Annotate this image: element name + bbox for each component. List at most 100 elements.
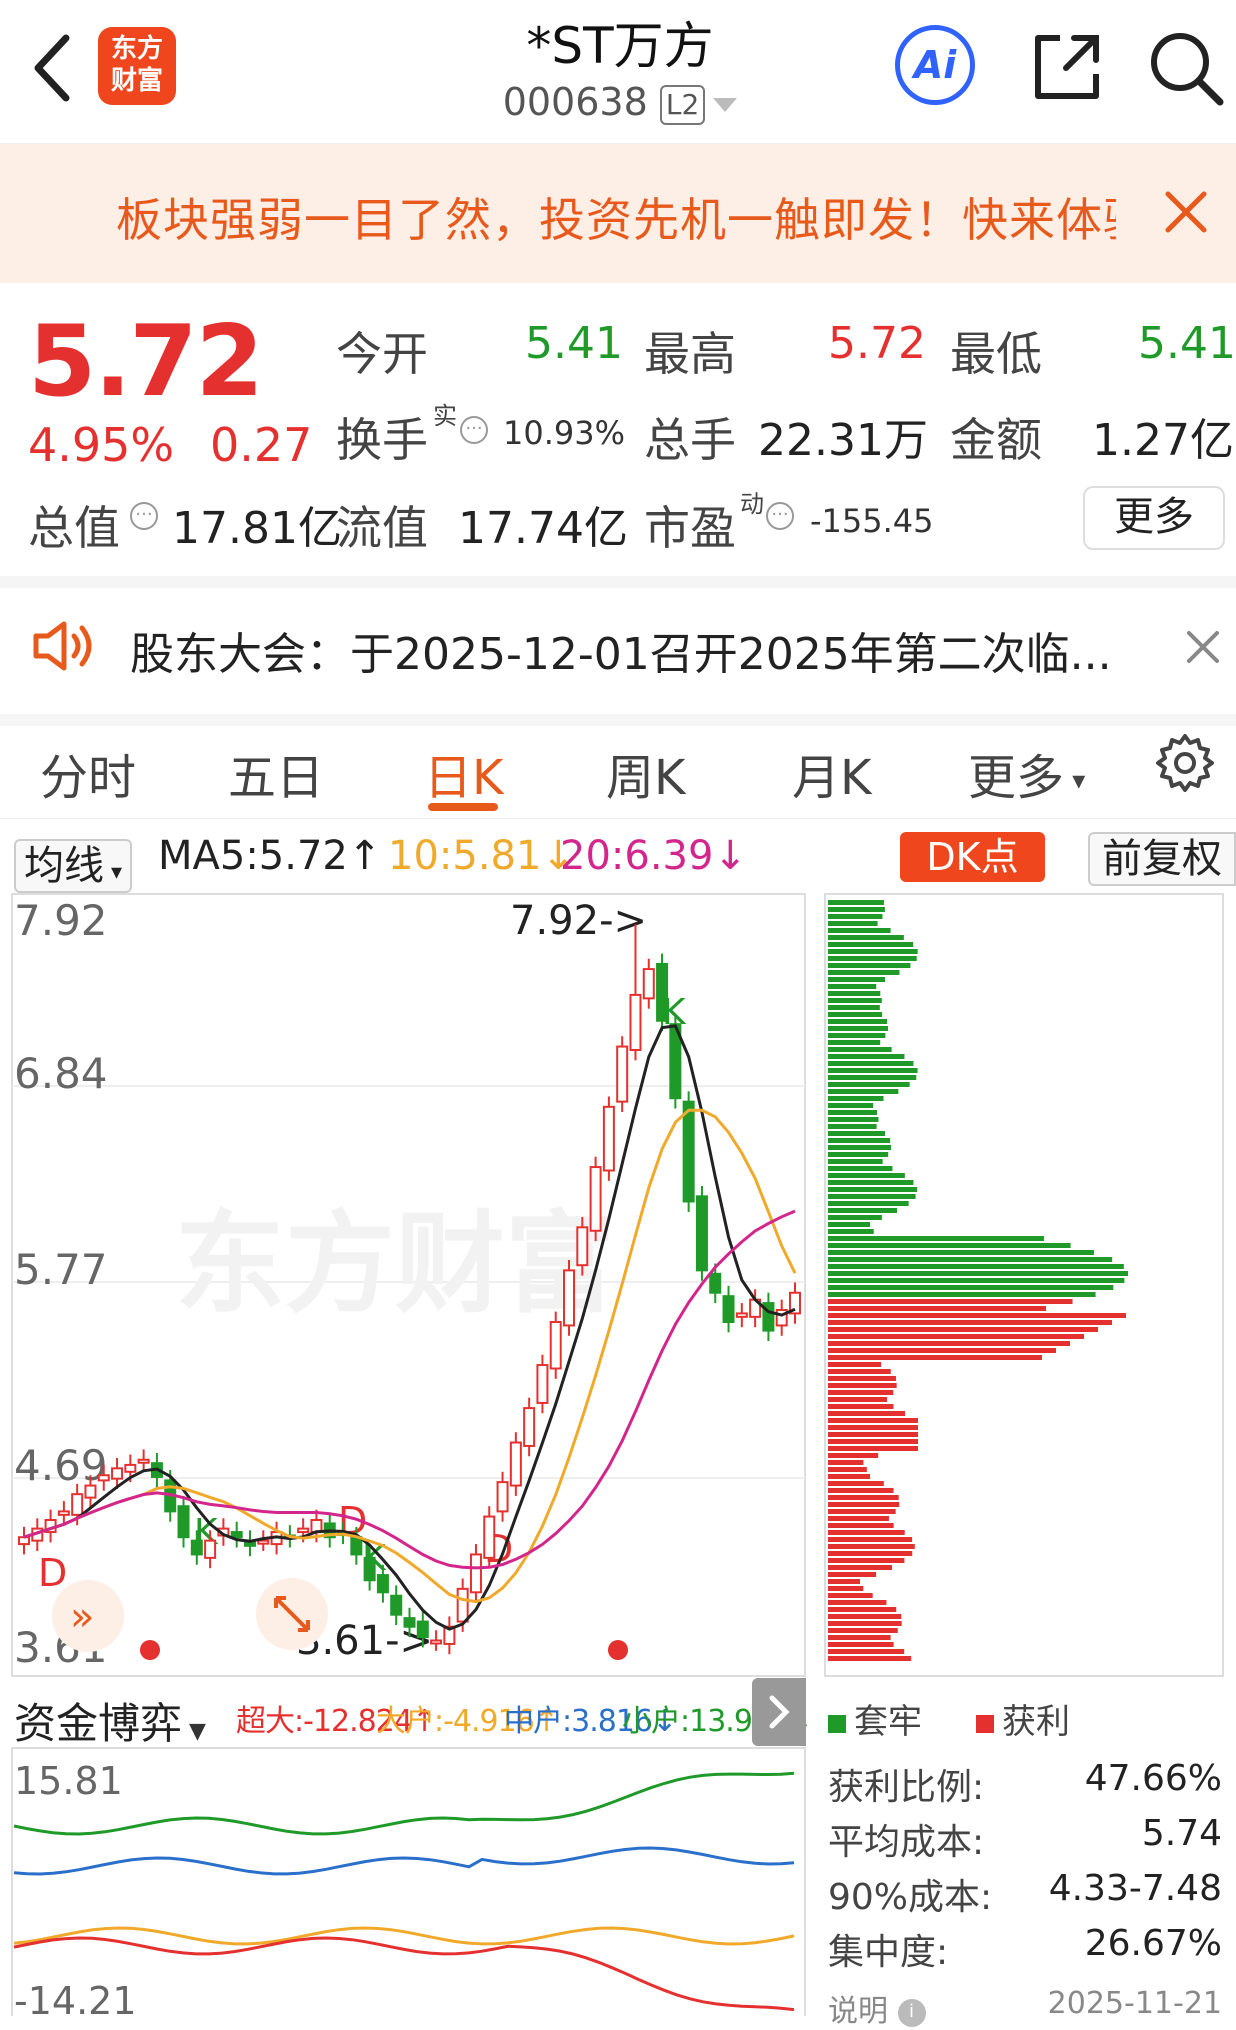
pe-info-icon[interactable]: ···	[766, 502, 794, 530]
chip-bar	[828, 1593, 873, 1598]
candle-body	[456, 1587, 469, 1623]
chip-bar	[828, 1040, 881, 1045]
chip-bar	[828, 935, 904, 940]
fund-selector[interactable]: 资金博弈 ▼	[14, 1690, 206, 1751]
volume-label: 总手	[644, 413, 736, 467]
chip-bar	[828, 1502, 900, 1507]
candle-body	[709, 1272, 722, 1294]
y-label-3: 5.77	[14, 1245, 108, 1294]
ma-selector[interactable]: 均线 ▾	[14, 833, 133, 893]
chip-bar	[828, 1551, 913, 1556]
candle-body	[390, 1594, 403, 1616]
chip-bar	[828, 1313, 1126, 1318]
low-label: 最低	[950, 327, 1042, 381]
chip-bar	[828, 1138, 891, 1143]
high-value: 5.72	[828, 318, 926, 369]
volume-value: 22.31万	[758, 415, 928, 466]
chip-bar	[828, 1600, 887, 1605]
chip-distribution	[828, 900, 1128, 1661]
tab-intraday[interactable]: 分时	[40, 738, 136, 808]
chip-bar	[828, 1173, 905, 1178]
chip-bar	[828, 949, 918, 954]
chip-bar	[828, 1348, 1056, 1353]
search-icon[interactable]	[1146, 28, 1226, 108]
candle-body	[469, 1553, 482, 1594]
chip-bar	[828, 1236, 1044, 1241]
tab-daily-k[interactable]: 日K	[424, 738, 503, 808]
stock-code[interactable]: 000638 L2	[440, 80, 800, 125]
chip-bar	[828, 907, 885, 912]
chip-bar	[828, 1145, 892, 1150]
candle-body	[416, 1620, 429, 1639]
concentration-value: 26.67%	[1084, 1923, 1222, 1964]
chip-bar	[828, 991, 881, 996]
close-icon[interactable]	[1162, 188, 1210, 236]
turnover-info-icon[interactable]: ···	[460, 416, 488, 444]
chip-bar	[828, 1404, 894, 1409]
chip-bar	[828, 1054, 905, 1059]
candle-body	[536, 1364, 549, 1404]
max-price-note: 7.92->	[510, 898, 647, 944]
chip-bar	[828, 1075, 917, 1080]
tab-more[interactable]: 更多 ▾	[968, 738, 1085, 808]
chip-bar	[828, 1642, 894, 1647]
chip-bar	[828, 1453, 879, 1458]
candle-body	[84, 1484, 97, 1499]
chip-bar	[828, 1061, 914, 1066]
tab-weekly-k[interactable]: 周K	[606, 738, 685, 808]
chip-bar	[828, 900, 884, 905]
fund-y-bottom: -14.21	[14, 1979, 137, 2016]
candle-body	[549, 1321, 562, 1370]
notice-close-icon[interactable]	[1186, 630, 1220, 664]
ai-assistant-button[interactable]: Ai	[895, 25, 975, 105]
chip-bar	[828, 1194, 916, 1199]
chip-note[interactable]: 说明 i	[828, 1986, 926, 2030]
chip-bar	[828, 1306, 1047, 1311]
back-icon[interactable]	[24, 28, 84, 108]
event-dot	[608, 1640, 628, 1660]
chip-bar	[828, 1033, 886, 1038]
kline-chart[interactable]: 东方财富 7.92 6.84 5.77 4.69 3.61 7.92-> 3.6…	[0, 892, 1236, 1682]
chip-bar	[828, 1019, 888, 1024]
avg-cost-value: 5.74	[1141, 1813, 1222, 1854]
notice-bar[interactable]: 股东大会：于2025-12-01召开2025年第二次临...	[0, 576, 1236, 726]
candle-body	[124, 1463, 137, 1473]
fund-line	[13, 1926, 795, 1946]
fund-expand-button[interactable]	[752, 1678, 806, 1746]
chip-bar	[828, 1530, 905, 1535]
chip-bar	[828, 1264, 1124, 1269]
promo-banner[interactable]: 板块强弱一目了然，投资先机一触即发！快来体验	[0, 144, 1236, 283]
chip-bar	[828, 1285, 1114, 1290]
level2-badge: L2	[659, 84, 706, 125]
candle-body	[629, 993, 642, 1052]
share-icon[interactable]	[1030, 30, 1104, 104]
candle-body	[509, 1441, 522, 1487]
profit-ratio-label: 获利比例:	[828, 1767, 985, 1808]
chip-bar	[828, 1390, 894, 1395]
profit-ratio-value: 47.66%	[1084, 1758, 1222, 1799]
chip-bar	[828, 1292, 1096, 1297]
chip-bar	[828, 1096, 884, 1101]
dk-point-button[interactable]: DK点	[900, 832, 1045, 882]
settings-gear-icon[interactable]	[1154, 732, 1216, 794]
more-quote-button[interactable]: 更多	[1083, 486, 1225, 550]
candle-body	[177, 1505, 190, 1539]
y-label-2: 6.84	[14, 1049, 108, 1098]
open-label: 今开	[336, 327, 428, 381]
chip-bar	[828, 1166, 893, 1171]
ma5-value: MA5:5.72↑	[158, 833, 382, 879]
tab-five-day[interactable]: 五日	[228, 738, 324, 808]
tab-monthly-k[interactable]: 月K	[792, 738, 871, 808]
y-label-4: 4.69	[14, 1441, 108, 1490]
notice-text: 股东大会：于2025-12-01召开2025年第二次临...	[130, 629, 1112, 680]
chip-bar	[828, 1278, 1125, 1283]
adjust-mode-button[interactable]: 前复权	[1088, 832, 1236, 886]
candle-body	[430, 1639, 443, 1645]
chip-bar	[828, 1131, 886, 1136]
pe-label: 市盈	[644, 501, 736, 555]
cost-90-value: 4.33-7.48	[1048, 1868, 1222, 1909]
chip-bar	[828, 1222, 871, 1227]
candle-body	[616, 1045, 629, 1103]
market-cap-info-icon[interactable]: ···	[130, 502, 158, 530]
chip-bar	[828, 1586, 864, 1591]
